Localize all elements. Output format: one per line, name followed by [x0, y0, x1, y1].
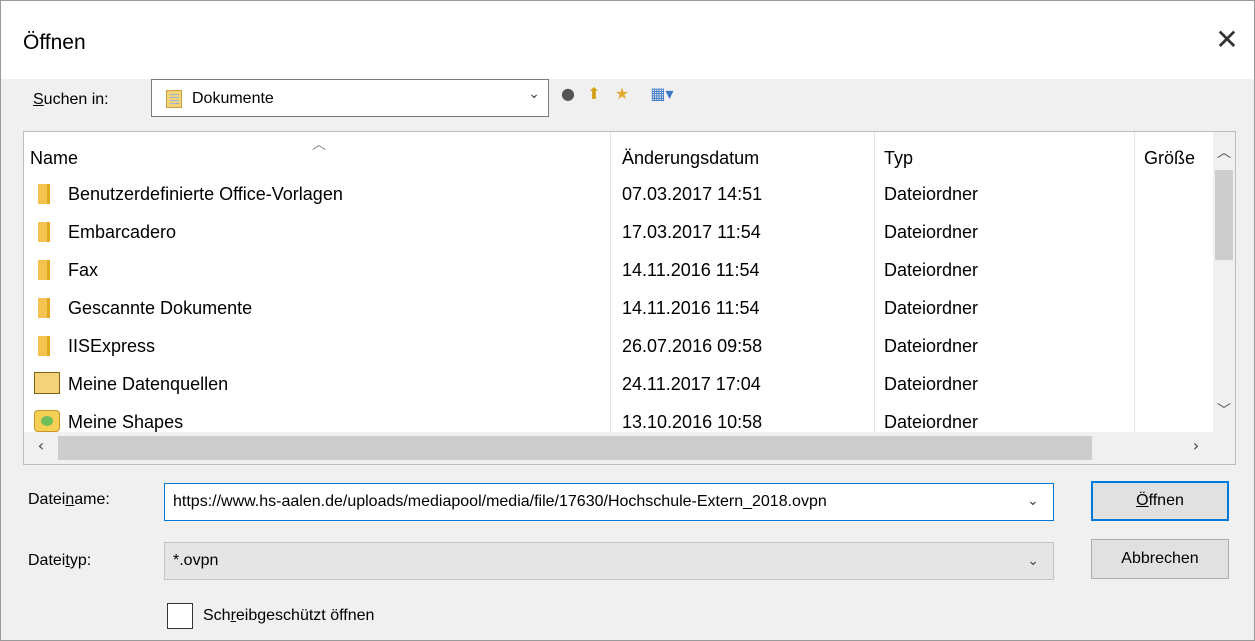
view-menu-icon[interactable]: ▦▾ [641, 83, 683, 105]
file-name: IISExpress [68, 336, 156, 356]
cancel-button[interactable]: Abbrechen [1091, 539, 1229, 579]
data-sources-folder-icon [34, 372, 60, 394]
list-item[interactable]: IISExpress 26.07.2016 09:58 Dateiordner [24, 326, 1214, 364]
scroll-right-icon[interactable]: › [1185, 436, 1207, 458]
file-name: Meine Shapes [68, 412, 184, 432]
column-date[interactable]: Änderungsdatum [622, 148, 759, 169]
file-type: Dateiordner [884, 412, 979, 432]
file-type: Dateiordner [884, 222, 979, 242]
folder-icon [38, 184, 50, 204]
list-item[interactable]: Fax 14.11.2016 11:54 Dateiordner [24, 250, 1214, 288]
file-type: Dateiordner [884, 374, 979, 394]
horizontal-scroll-thumb[interactable] [58, 436, 1092, 460]
open-file-dialog: Öffnen ✕ Suchen in: Dokumente ⌄ ● ⬆ ★ ▦▾… [0, 0, 1255, 641]
readonly-label[interactable]: Schreibgeschützt öffnen [203, 607, 374, 625]
filename-label-accelerator: n [65, 491, 75, 508]
file-type: Dateiordner [884, 336, 979, 356]
file-type: Dateiordner [884, 260, 979, 280]
column-type[interactable]: Typ [884, 148, 913, 169]
title-bar: Öffnen ✕ [1, 1, 1254, 79]
list-item[interactable]: Gescannte Dokumente 14.11.2016 11:54 Dat… [24, 288, 1214, 326]
file-name: Fax [68, 260, 99, 280]
list-item[interactable]: Meine Datenquellen 24.11.2017 17:04 Date… [24, 364, 1214, 402]
filename-label: Dateiname: [28, 491, 110, 508]
file-type: Dateiordner [884, 184, 979, 204]
folder-icon [38, 298, 50, 318]
horizontal-scrollbar[interactable]: ‹ › [24, 432, 1235, 464]
list-item[interactable]: Embarcadero 17.03.2017 11:54 Dateiordner [24, 212, 1214, 250]
filename-input[interactable] [164, 483, 1054, 521]
readonly-checkbox[interactable] [167, 603, 193, 629]
up-folder-icon[interactable]: ⬆ [583, 83, 605, 105]
folder-icon [38, 336, 50, 356]
look-in-label: Suchen in: [33, 91, 109, 108]
column-name[interactable]: Name [30, 148, 78, 169]
folder-icon [38, 260, 50, 280]
filetype-value: *.ovpn [173, 552, 219, 569]
file-date: 24.11.2017 17:04 [622, 374, 761, 394]
look-in-dropdown[interactable]: Dokumente ⌄ [151, 79, 549, 117]
file-list[interactable]: ︿ Name Änderungsdatum Typ Größe Benutzer… [23, 131, 1236, 465]
chevron-down-icon[interactable]: ⌄ [528, 86, 540, 102]
back-icon[interactable]: ● [557, 83, 579, 105]
column-header: ︿ Name Änderungsdatum Typ Größe [24, 132, 1214, 176]
file-name: Gescannte Dokumente [68, 298, 253, 318]
documents-folder-icon [166, 90, 182, 108]
look-in-value: Dokumente [192, 90, 274, 107]
file-date: 17.03.2017 11:54 [622, 222, 761, 242]
sort-ascending-icon: ︿ [312, 137, 326, 153]
filetype-label: Dateityp: [28, 552, 92, 569]
file-name: Embarcadero [68, 222, 177, 242]
vertical-scroll-thumb[interactable] [1215, 170, 1233, 260]
vertical-scrollbar[interactable]: ︿ ﹀ [1213, 132, 1235, 432]
scroll-left-icon[interactable]: ‹ [30, 436, 52, 458]
scroll-up-icon[interactable]: ︿ [1213, 142, 1235, 164]
open-button[interactable]: Öffnen [1091, 481, 1229, 521]
file-name: Benutzerdefinierte Office-Vorlagen [68, 184, 343, 204]
file-type: Dateiordner [884, 298, 979, 318]
new-folder-icon[interactable]: ★ [611, 83, 633, 105]
look-in-label-accelerator: S [33, 91, 44, 108]
chevron-down-icon[interactable]: ⌄ [1027, 553, 1039, 569]
list-item[interactable]: Benutzerdefinierte Office-Vorlagen 07.03… [24, 174, 1214, 212]
scroll-down-icon[interactable]: ﹀ [1213, 400, 1235, 422]
column-size[interactable]: Größe [1144, 148, 1195, 169]
chevron-down-icon[interactable]: ⌄ [1027, 493, 1039, 509]
file-date: 07.03.2017 14:51 [622, 184, 763, 204]
file-date: 26.07.2016 09:58 [622, 336, 763, 356]
file-date: 14.11.2016 11:54 [622, 260, 760, 280]
file-name: Meine Datenquellen [68, 374, 229, 394]
shapes-folder-icon [34, 410, 60, 432]
filetype-dropdown[interactable]: *.ovpn ⌄ [164, 542, 1054, 580]
folder-icon [38, 222, 50, 242]
file-date: 14.11.2016 11:54 [622, 298, 760, 318]
dialog-title: Öffnen [23, 31, 86, 54]
file-date: 13.10.2016 10:58 [622, 412, 763, 432]
close-icon[interactable]: ✕ [1212, 25, 1242, 55]
open-button-accelerator: Ö [1136, 492, 1149, 509]
